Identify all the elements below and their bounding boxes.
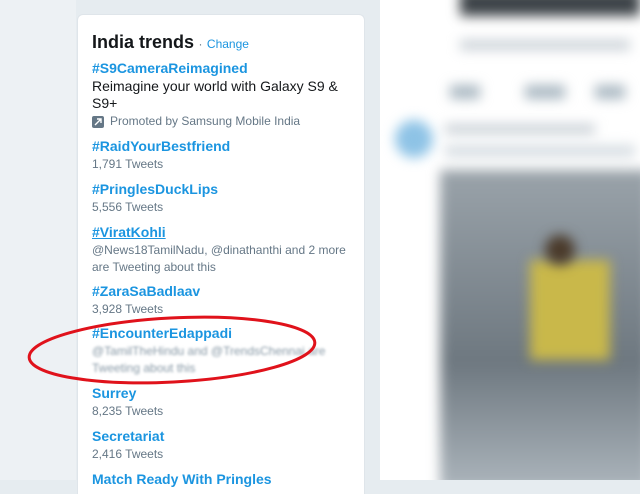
blurred-line: [460, 40, 630, 50]
trend-name[interactable]: #S9CameraReimagined: [92, 60, 354, 77]
header-separator: ·: [198, 37, 203, 51]
trend-name[interactable]: #EncounterEdappadi: [92, 325, 354, 342]
left-gutter: [0, 0, 76, 480]
trend-name[interactable]: #ZaraSaBadlaav: [92, 283, 354, 300]
trends-title: India trends: [92, 32, 195, 52]
trend-name[interactable]: #PringlesDuckLips: [92, 181, 354, 198]
trend-context: @News18TamilNadu, @dinathanthi and 2 mor…: [92, 243, 346, 274]
trend-tweet-count: 8,235 Tweets: [92, 404, 164, 418]
blurred-icon: [595, 85, 625, 99]
trend-item[interactable]: Surrey 8,235 Tweets: [92, 385, 354, 420]
trend-context: @TamilTheHindu and @TrendsChennai are Tw…: [92, 344, 326, 375]
trend-item[interactable]: #RaidYourBestfriend 1,791 Tweets: [92, 138, 354, 173]
trend-name[interactable]: #ViratKohli: [92, 224, 354, 241]
promoted-row: Promoted by Samsung Mobile India: [92, 113, 354, 130]
blurred-avatar: [395, 120, 433, 158]
trend-item-promoted[interactable]: #S9CameraReimagined Reimagine your world…: [92, 60, 354, 130]
trend-item[interactable]: #PringlesDuckLips 5,556 Tweets: [92, 181, 354, 216]
trend-item[interactable]: Secretariat 2,416 Tweets: [92, 428, 354, 463]
trends-header: India trends · Change: [92, 32, 249, 53]
blurred-icon: [450, 85, 480, 99]
blurred-icon: [525, 85, 565, 99]
trend-tweet-count: 2,416 Tweets: [92, 447, 164, 461]
trend-name[interactable]: Secretariat: [92, 428, 354, 445]
trend-item[interactable]: #ZaraSaBadlaav 3,928 Tweets: [92, 283, 354, 318]
blurred-line: [445, 124, 595, 134]
timeline-blurred: [380, 0, 640, 480]
trends-panel: India trends · Change #S9CameraReimagine…: [77, 14, 365, 494]
trend-tweet-count: 5,556 Tweets: [92, 200, 164, 214]
blurred-header: [460, 0, 640, 16]
blurred-line: [445, 145, 635, 157]
promoted-arrow-icon: [92, 115, 104, 128]
trend-item[interactable]: #EncounterEdappadi @TamilTheHindu and @T…: [92, 325, 354, 377]
promoted-by-label: Promoted by Samsung Mobile India: [110, 114, 301, 128]
blurred-photo-subject: [530, 260, 610, 360]
trend-name[interactable]: Surrey: [92, 385, 354, 402]
blurred-photo-subject: [545, 235, 575, 265]
trend-tweet-count: 3,928 Tweets: [92, 302, 164, 316]
trend-tweet-count: 1,791 Tweets: [92, 157, 164, 171]
trend-description: Reimagine your world with Galaxy S9 & S9…: [92, 78, 338, 111]
trend-item[interactable]: #ViratKohli @News18TamilNadu, @dinathant…: [92, 224, 354, 276]
trend-name[interactable]: #RaidYourBestfriend: [92, 138, 354, 155]
change-location-link[interactable]: Change: [207, 37, 249, 51]
